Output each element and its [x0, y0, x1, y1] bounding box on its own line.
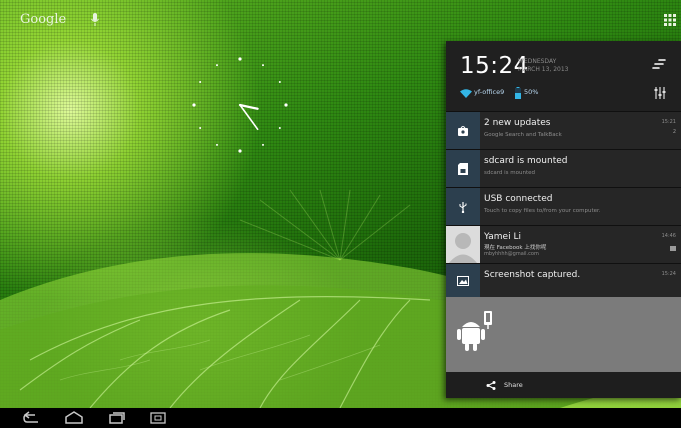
recent-apps-icon[interactable]	[108, 411, 126, 425]
home-icon[interactable]	[64, 411, 84, 425]
network-name[interactable]: yf-office9	[474, 88, 504, 96]
notification-title: sdcard is mounted	[484, 156, 568, 166]
notification-title: USB connected	[484, 194, 553, 204]
notification-updates[interactable]: 2 new updates Google Search and TalkBack…	[446, 111, 681, 149]
usb-icon-tile	[446, 188, 480, 225]
mic-icon[interactable]	[90, 12, 100, 28]
notification-panel: 15:24 WEDNESDAY MARCH 13, 2013 yf-office…	[446, 41, 681, 398]
settings-toggle-icon[interactable]	[652, 58, 666, 70]
screenshot-icon	[457, 276, 469, 286]
notification-email: mbyhhhh@gmail.com	[484, 251, 539, 257]
notification-screenshot[interactable]: Screenshot captured. 15:24	[446, 263, 681, 298]
default-avatar-icon	[446, 226, 480, 263]
back-icon[interactable]	[22, 411, 40, 425]
clock-tick	[216, 143, 218, 146]
clock-tick	[192, 103, 196, 107]
screenshot-preview[interactable]	[446, 297, 681, 372]
clock-tick	[238, 57, 242, 61]
panel-header: 15:24 WEDNESDAY MARCH 13, 2013 yf-office…	[446, 41, 681, 111]
clock-tick	[199, 81, 202, 83]
notification-count: 2	[672, 129, 676, 135]
date-day: WEDNESDAY	[518, 58, 557, 65]
clock-tick	[284, 103, 288, 107]
clock-tick	[278, 127, 281, 129]
battery-icon	[515, 87, 521, 99]
screenshot-icon-tile	[446, 264, 480, 298]
share-button[interactable]: Share	[504, 381, 523, 389]
battery-level[interactable]: 50%	[524, 88, 538, 96]
analog-clock	[192, 57, 288, 153]
notification-subtitle: Touch to copy files to/from your compute…	[484, 208, 601, 214]
store-icon	[458, 125, 468, 136]
notification-subtitle: Google Search and TalkBack	[484, 132, 562, 138]
share-icon	[486, 381, 496, 390]
clock-tick	[278, 81, 281, 83]
clock-tick	[238, 149, 242, 153]
usb-icon	[459, 201, 467, 213]
message-icon	[670, 246, 676, 251]
google-search-label[interactable]: Google	[20, 12, 66, 27]
system-navigation-bar	[0, 408, 681, 428]
notification-title: 2 new updates	[484, 118, 551, 128]
notification-time: 15:21	[661, 119, 676, 125]
notification-subtitle: 現在 Facebook 上找你呢	[484, 245, 547, 251]
notification-time: 15:24	[661, 271, 676, 277]
store-icon-tile	[446, 112, 480, 149]
date-full: MARCH 13, 2013	[518, 66, 569, 73]
sdcard-icon	[458, 162, 468, 175]
notification-usb[interactable]: USB connected Touch to copy files to/fro…	[446, 187, 681, 225]
sdcard-icon-tile	[446, 150, 480, 187]
share-bar[interactable]: Share	[446, 372, 681, 398]
clock-tick	[199, 127, 202, 129]
screenshot-button-icon[interactable]	[150, 411, 166, 425]
status-date: WEDNESDAY MARCH 13, 2013	[518, 58, 568, 74]
notification-title: Yamei Li	[484, 232, 521, 242]
notification-sdcard[interactable]: sdcard is mounted sdcard is mounted	[446, 149, 681, 187]
avatar	[446, 226, 480, 263]
wifi-icon	[460, 89, 472, 98]
notification-message[interactable]: Yamei Li 現在 Facebook 上找你呢 mbyhhhh@gmail.…	[446, 225, 681, 263]
clock-tick	[262, 143, 264, 146]
clock-tick	[216, 64, 218, 67]
all-apps-grid-icon[interactable]	[664, 14, 676, 26]
notification-subtitle: sdcard is mounted	[484, 170, 536, 176]
quick-settings-icon[interactable]	[653, 86, 667, 100]
clock-tick	[262, 64, 264, 67]
android-robot-icon	[457, 311, 492, 351]
notification-time: 14:46	[661, 233, 676, 239]
notification-title: Screenshot captured.	[484, 270, 581, 280]
